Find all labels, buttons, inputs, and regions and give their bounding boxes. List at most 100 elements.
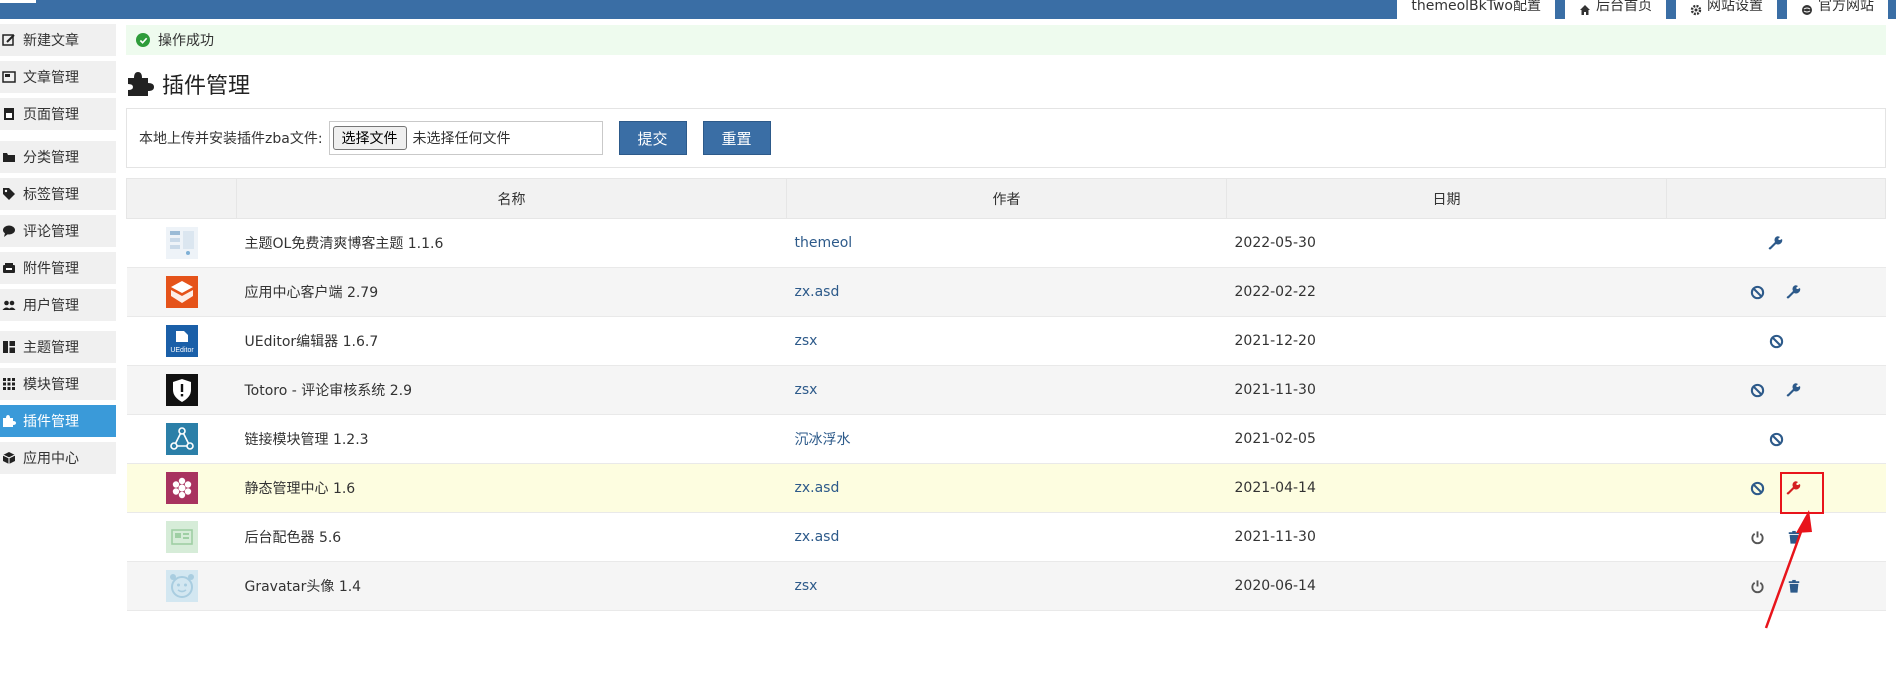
power-icon[interactable] [1749,528,1767,546]
table-row: 应用中心客户端 2.79 zx.asd 2022-02-22 [126,267,1886,317]
plugin-name: Totoro - 评论审核系统 2.9 [236,365,787,415]
tab-label: 网站设置 [1707,0,1763,14]
disable-icon[interactable] [1749,479,1767,497]
choose-file-button[interactable]: 选择文件 [332,126,407,150]
wrench-icon[interactable] [1785,381,1803,399]
sidebar-item-label: 用户管理 [23,298,79,314]
gear-icon [1690,3,1702,16]
sidebar-item-module-manage[interactable]: 模块管理 [0,368,116,400]
top-nav: themeolBkTwo配置 后台首页 网站设置 官方网站 [1397,0,1888,19]
sidebar-item-article-manage[interactable]: 文章管理 [0,61,116,93]
wrench-icon[interactable] [1785,283,1803,301]
plugin-author-link[interactable]: zx.asd [786,463,1227,513]
power-icon[interactable] [1749,577,1767,595]
sidebar-item-label: 附件管理 [23,261,79,277]
ueditor-icon-text: UEditor [170,347,194,354]
tab-theme-config[interactable]: themeolBkTwo配置 [1397,0,1555,19]
upload-form: 本地上传并安装插件zba文件: 选择文件 未选择任何文件 提交 重置 [126,108,1886,168]
sidebar-item-app-center[interactable]: 应用中心 [0,442,116,474]
plugin-name: 应用中心客户端 2.79 [236,267,787,317]
sidebar-item-comment-manage[interactable]: 评论管理 [0,215,116,247]
annotation-highlight-box [1780,472,1824,514]
check-circle-icon [136,33,150,47]
tab-site-settings[interactable]: 网站设置 [1676,0,1777,19]
globe-icon [1801,3,1813,15]
table-row: 主题OL免费清爽博客主题 1.1.6 themeol 2022-05-30 [126,218,1886,268]
theme-icon [2,340,16,354]
plugin-icon [165,227,198,259]
plugin-icon [165,276,198,308]
trash-icon[interactable] [1785,577,1803,595]
table-row: 后台配色器 5.6 zx.asd 2021-11-30 [126,512,1886,562]
plugin-author-link[interactable]: zx.asd [786,512,1227,562]
tab-label: 官方网站 [1818,0,1874,14]
sidebar-item-tag-manage[interactable]: 标签管理 [0,178,116,210]
sidebar-item-category-manage[interactable]: 分类管理 [0,141,116,173]
home-icon [1579,3,1591,15]
sidebar-item-label: 评论管理 [23,224,79,240]
disable-icon[interactable] [1749,381,1767,399]
box-icon [2,451,16,465]
sidebar-item-label: 插件管理 [23,414,79,430]
table-row: UEditor UEditor编辑器 1.6.7 zsx 2021-12-20 [126,316,1886,366]
plugin-author-link[interactable]: 沉冰浮水 [786,414,1227,464]
disable-icon[interactable] [1749,283,1767,301]
file-status: 未选择任何文件 [412,131,511,147]
puzzle-icon [2,414,16,428]
col-header-icon [126,178,237,219]
sidebar-item-page-manage[interactable]: 页面管理 [0,98,116,130]
users-icon [2,298,16,312]
sidebar-item-label: 标签管理 [23,187,79,203]
sidebar-item-attachment-manage[interactable]: 附件管理 [0,252,116,284]
plugin-date: 2022-05-30 [1226,218,1667,268]
plugin-date: 2020-06-14 [1226,561,1667,611]
upload-label: 本地上传并安装插件zba文件: [139,131,323,147]
tab-label: themeolBkTwo配置 [1411,0,1541,14]
sidebar-item-plugin-manage[interactable]: 插件管理 [0,405,116,437]
trash-icon[interactable] [1785,528,1803,546]
sidebar-item-user-manage[interactable]: 用户管理 [0,289,116,321]
top-header-bar: themeolBkTwo配置 后台首页 网站设置 官方网站 [0,0,1896,19]
plugin-name: 主题OL免费清爽博客主题 1.1.6 [236,218,787,268]
file-input[interactable]: 选择文件 未选择任何文件 [328,121,603,155]
col-header-date: 日期 [1226,178,1667,219]
sidebar-item-label: 文章管理 [23,70,79,86]
disable-icon[interactable] [1767,430,1785,448]
plugin-author-link[interactable]: themeol [786,218,1227,268]
wrench-icon[interactable] [1767,234,1785,252]
disable-icon[interactable] [1767,332,1785,350]
reset-button[interactable]: 重置 [702,121,771,155]
plugin-author-link[interactable]: zsx [786,316,1227,366]
plugin-icon [165,423,198,455]
sidebar-item-label: 主题管理 [23,340,79,356]
plugin-author-link[interactable]: zx.asd [786,267,1227,317]
table-row: 静态管理中心 1.6 zx.asd 2021-04-14 [126,463,1886,513]
plugin-author-link[interactable]: zsx [786,365,1227,415]
sidebar-item-theme-manage[interactable]: 主题管理 [0,331,116,363]
plugin-name: UEditor编辑器 1.6.7 [236,316,787,366]
plugin-date: 2022-02-22 [1226,267,1667,317]
plugin-date: 2021-11-30 [1226,512,1667,562]
tab-official-site[interactable]: 官方网站 [1787,0,1888,19]
plugin-table: 名称 作者 日期 主题OL免费清爽博客主题 1.1.6 themeol 2022… [126,178,1886,611]
logo [0,0,36,3]
attachment-icon [2,261,16,275]
plugin-icon [165,521,198,553]
alert-message: 操作成功 [158,33,214,49]
tab-admin-home[interactable]: 后台首页 [1565,0,1666,19]
plugin-date: 2021-04-14 [1226,463,1667,513]
table-header-row: 名称 作者 日期 [126,178,1886,219]
grid-icon [2,377,16,391]
page-title: 插件管理 [126,68,250,100]
col-header-author: 作者 [786,178,1227,219]
table-row: 链接模块管理 1.2.3 沉冰浮水 2021-02-05 [126,414,1886,464]
sidebar-item-label: 应用中心 [23,451,79,467]
puzzle-icon [126,70,154,98]
submit-button[interactable]: 提交 [618,121,687,155]
col-header-name: 名称 [236,178,787,219]
plugin-author-link[interactable]: zsx [786,561,1227,611]
page-icon [2,107,16,121]
sidebar-item-new-article[interactable]: 新建文章 [0,24,116,56]
sidebar-item-label: 分类管理 [23,150,79,166]
plugin-name: 静态管理中心 1.6 [236,463,787,513]
